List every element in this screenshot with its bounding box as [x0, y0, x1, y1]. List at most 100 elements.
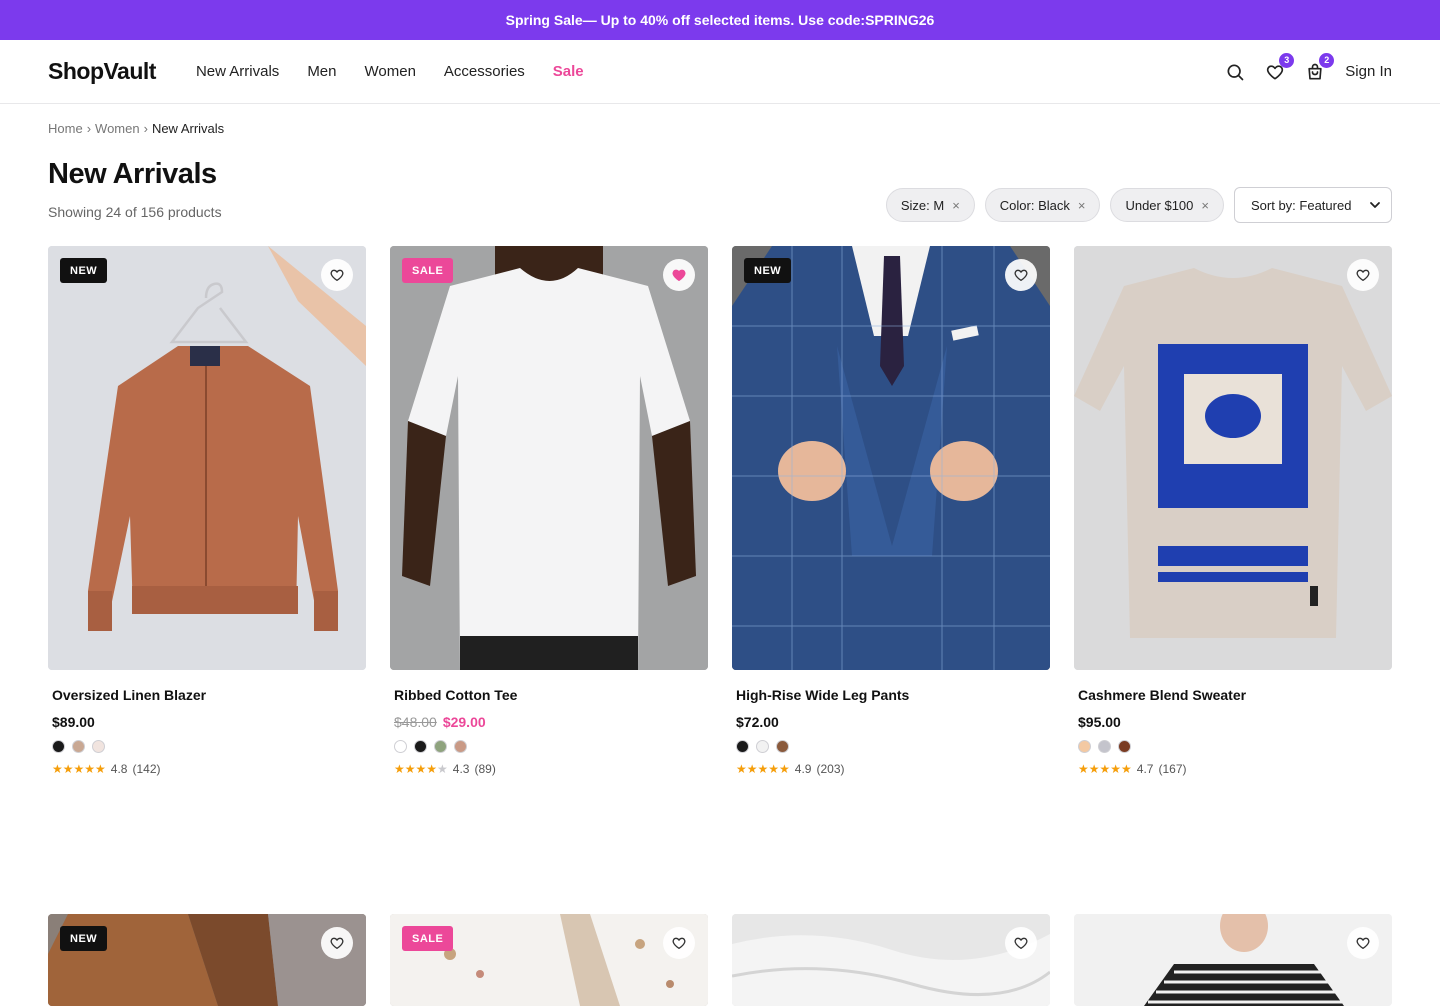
- filter-chip-price[interactable]: Under $100 ×: [1110, 188, 1224, 222]
- sort-select[interactable]: Sort by: Featured: [1234, 187, 1392, 223]
- breadcrumb-current: New Arrivals: [151, 121, 225, 136]
- rating-value: 4.8: [110, 762, 128, 776]
- product-count: Showing 24 of 156 products: [48, 204, 222, 220]
- product-image[interactable]: NEW: [48, 246, 366, 670]
- color-swatch[interactable]: [756, 740, 769, 753]
- close-icon[interactable]: ×: [952, 198, 960, 213]
- product-card[interactable]: SALE: [390, 914, 708, 1006]
- sale-price: $29.00: [442, 714, 486, 730]
- new-badge: NEW: [60, 926, 108, 951]
- product-card[interactable]: [732, 914, 1050, 1006]
- heart-icon[interactable]: [1347, 259, 1379, 291]
- page-title: New Arrivals: [48, 158, 217, 190]
- filter-chip-size[interactable]: Size: M ×: [885, 188, 975, 222]
- product-price: $89.00: [48, 714, 366, 730]
- product-image[interactable]: NEW: [732, 246, 1050, 670]
- bag-icon[interactable]: 2: [1305, 52, 1335, 82]
- product-rating: ★★★★★ 4.8 (142): [48, 762, 366, 776]
- product-card[interactable]: NEW High-Rise Wide Leg Pants $72.00 ★★★★★ …: [732, 246, 1050, 776]
- color-swatch[interactable]: [394, 740, 407, 753]
- filter-chip-color[interactable]: Color: Black ×: [984, 188, 1101, 222]
- promo-banner: Spring Sale — Up to 40% off selected ite…: [0, 0, 1440, 40]
- filter-chip-label: Color: Black: [999, 197, 1070, 213]
- star-rating-icon: ★★★★★: [52, 762, 106, 776]
- heart-icon[interactable]: 3: [1265, 52, 1295, 82]
- filter-chip-label: Size: M: [900, 197, 945, 213]
- breadcrumb-separator: ›: [86, 121, 92, 136]
- sort-label: Sort by: Featured: [1251, 197, 1352, 213]
- breadcrumb: Home › Women › New Arrivals: [48, 121, 224, 136]
- color-swatch[interactable]: [52, 740, 65, 753]
- rating-value: 4.9: [794, 762, 812, 776]
- color-swatch[interactable]: [434, 740, 447, 753]
- nav-men[interactable]: Men: [307, 63, 336, 80]
- color-swatch[interactable]: [92, 740, 105, 753]
- color-swatch[interactable]: [776, 740, 789, 753]
- review-count: (89): [474, 762, 496, 776]
- product-card[interactable]: NEW: [48, 914, 366, 1006]
- close-icon[interactable]: ×: [1201, 198, 1209, 213]
- heart-icon[interactable]: [321, 259, 353, 291]
- heart-icon[interactable]: [321, 927, 353, 959]
- review-count: (142): [132, 762, 161, 776]
- heart-icon[interactable]: [1005, 259, 1037, 291]
- color-swatch[interactable]: [72, 740, 85, 753]
- heart-icon[interactable]: [1005, 927, 1037, 959]
- product-image[interactable]: SALE: [390, 914, 708, 1006]
- product-rating: ★★★★★ 4.3 (89): [390, 762, 708, 776]
- review-count: (203): [816, 762, 845, 776]
- logo[interactable]: ShopVault: [48, 58, 156, 85]
- product-rating: ★★★★★ 4.7 (167): [1074, 762, 1392, 776]
- color-swatch[interactable]: [1098, 740, 1111, 753]
- star-rating-icon: ★★★★★: [1078, 762, 1132, 776]
- product-image[interactable]: SALE: [390, 246, 708, 670]
- close-icon[interactable]: ×: [1078, 198, 1086, 213]
- product-image[interactable]: [1074, 246, 1392, 670]
- color-swatch[interactable]: [1118, 740, 1131, 753]
- heart-icon[interactable]: [663, 927, 695, 959]
- color-swatches: [48, 740, 366, 753]
- sign-in-link[interactable]: Sign In: [1345, 63, 1392, 80]
- current-price: $72.00: [736, 714, 779, 730]
- breadcrumb-home[interactable]: Home: [48, 121, 83, 136]
- color-swatch[interactable]: [1078, 740, 1091, 753]
- color-swatch[interactable]: [454, 740, 467, 753]
- nav-new-arrivals[interactable]: New Arrivals: [196, 63, 279, 80]
- nav-sale[interactable]: Sale: [553, 63, 584, 80]
- color-swatch[interactable]: [736, 740, 749, 753]
- product-photo: [732, 246, 1050, 670]
- breadcrumb-separator: ›: [143, 121, 148, 136]
- product-image[interactable]: NEW: [48, 914, 366, 1006]
- product-image[interactable]: [732, 914, 1050, 1006]
- product-name[interactable]: Ribbed Cotton Tee: [390, 687, 708, 703]
- chevron-down-icon: [1370, 202, 1380, 208]
- product-name[interactable]: Oversized Linen Blazer: [48, 687, 366, 703]
- product-photo: [1074, 914, 1392, 1006]
- heart-icon[interactable]: [1347, 927, 1379, 959]
- current-price: $95.00: [1078, 714, 1121, 730]
- heart-icon[interactable]: [663, 259, 695, 291]
- product-card[interactable]: SALE Ribbed Cotton Tee $48.00 $29.00 ★★★★★ …: [390, 246, 708, 776]
- product-photo: [1074, 246, 1392, 670]
- product-name[interactable]: High-Rise Wide Leg Pants: [732, 687, 1050, 703]
- nav-accessories[interactable]: Accessories: [444, 63, 525, 80]
- product-photo: [48, 246, 366, 670]
- search-icon[interactable]: [1225, 62, 1245, 82]
- rating-value: 4.3: [452, 762, 470, 776]
- product-card[interactable]: [1074, 914, 1392, 1006]
- active-filters: Size: M × Color: Black × Under $100 × So…: [885, 187, 1392, 223]
- original-price: $48.00: [394, 714, 437, 730]
- breadcrumb-women[interactable]: Women: [95, 121, 140, 136]
- rating-value: 4.7: [1136, 762, 1154, 776]
- promo-prefix: Spring Sale: [505, 12, 583, 28]
- product-name[interactable]: Cashmere Blend Sweater: [1074, 687, 1392, 703]
- product-card[interactable]: NEW Oversized Linen Blazer $89.00 ★★★★★ 4.…: [48, 246, 366, 776]
- color-swatches: [732, 740, 1050, 753]
- nav-women[interactable]: Women: [365, 63, 416, 80]
- header-actions: 3 2 Sign In: [1225, 52, 1392, 82]
- product-rating: ★★★★★ 4.9 (203): [732, 762, 1050, 776]
- product-card[interactable]: Cashmere Blend Sweater $95.00 ★★★★★ 4.7 (…: [1074, 246, 1392, 776]
- color-swatches: [1074, 740, 1392, 753]
- product-image[interactable]: [1074, 914, 1392, 1006]
- color-swatch[interactable]: [414, 740, 427, 753]
